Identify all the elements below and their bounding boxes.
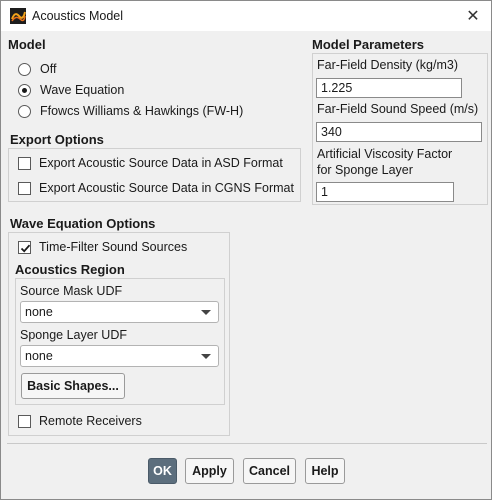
help-button[interactable]: Help xyxy=(305,458,345,484)
model-parameters-heading: Model Parameters xyxy=(312,37,424,52)
model-heading: Model xyxy=(8,37,46,52)
radio-off-button[interactable] xyxy=(18,62,31,76)
acoustics-model-dialog: Acoustics Model ✕ Model Off Wave Equatio… xyxy=(0,0,492,500)
time-filter-label: Time-Filter Sound Sources xyxy=(39,240,188,254)
density-label: Far-Field Density (kg/m3) xyxy=(317,58,458,72)
remote-receivers-box[interactable] xyxy=(18,414,31,428)
sponge-layer-select[interactable]: none xyxy=(20,345,219,367)
fluent-app-icon xyxy=(10,8,26,24)
source-mask-label: Source Mask UDF xyxy=(20,284,123,298)
source-mask-select[interactable]: none xyxy=(20,301,219,323)
export-cgns-box[interactable] xyxy=(18,181,31,195)
radio-fwh-button[interactable] xyxy=(18,104,31,118)
export-asd-checkbox[interactable]: Export Acoustic Source Data in ASD Forma… xyxy=(18,156,283,170)
radio-wave-equation-button[interactable] xyxy=(18,83,31,97)
close-icon[interactable]: ✕ xyxy=(455,1,491,31)
wave-equation-options-heading: Wave Equation Options xyxy=(10,216,156,231)
radio-wave-equation-label: Wave Equation xyxy=(40,83,125,97)
export-options-heading: Export Options xyxy=(10,132,104,147)
chevron-down-icon xyxy=(201,354,211,359)
density-input[interactable]: 1.225 xyxy=(316,78,462,98)
footer-divider xyxy=(7,443,487,444)
remote-receivers-checkbox[interactable]: Remote Receivers xyxy=(18,414,142,428)
export-cgns-label: Export Acoustic Source Data in CGNS Form… xyxy=(39,181,294,195)
viscosity-input[interactable]: 1 xyxy=(316,182,454,202)
apply-button[interactable]: Apply xyxy=(185,458,234,484)
radio-off-label: Off xyxy=(40,62,57,76)
remote-receivers-label: Remote Receivers xyxy=(39,414,142,428)
time-filter-box[interactable] xyxy=(18,240,31,254)
export-cgns-checkbox[interactable]: Export Acoustic Source Data in CGNS Form… xyxy=(18,181,294,195)
checkmark-icon xyxy=(20,244,31,253)
viscosity-label-line1: Artificial Viscosity Factor xyxy=(317,147,453,161)
cancel-button[interactable]: Cancel xyxy=(243,458,296,484)
export-asd-box[interactable] xyxy=(18,156,31,170)
sound-speed-label: Far-Field Sound Speed (m/s) xyxy=(317,102,479,116)
radio-fwh-label: Ffowcs Williams & Hawkings (FW-H) xyxy=(40,104,244,118)
radio-fwh[interactable]: Ffowcs Williams & Hawkings (FW-H) xyxy=(18,104,243,118)
radio-off[interactable]: Off xyxy=(18,62,56,76)
acoustics-region-heading: Acoustics Region xyxy=(15,262,125,277)
window-title: Acoustics Model xyxy=(32,9,124,23)
time-filter-checkbox[interactable]: Time-Filter Sound Sources xyxy=(18,240,187,254)
basic-shapes-button[interactable]: Basic Shapes... xyxy=(21,373,125,399)
chevron-down-icon xyxy=(201,310,211,315)
ok-button[interactable]: OK xyxy=(148,458,177,484)
sponge-layer-value: none xyxy=(25,349,53,363)
source-mask-value: none xyxy=(25,305,53,319)
viscosity-label-line2: for Sponge Layer xyxy=(317,163,413,177)
sponge-layer-label: Sponge Layer UDF xyxy=(20,328,128,342)
radio-wave-equation[interactable]: Wave Equation xyxy=(18,83,124,97)
export-asd-label: Export Acoustic Source Data in ASD Forma… xyxy=(39,156,283,170)
title-bar: Acoustics Model ✕ xyxy=(1,1,491,31)
sound-speed-input[interactable]: 340 xyxy=(316,122,482,142)
